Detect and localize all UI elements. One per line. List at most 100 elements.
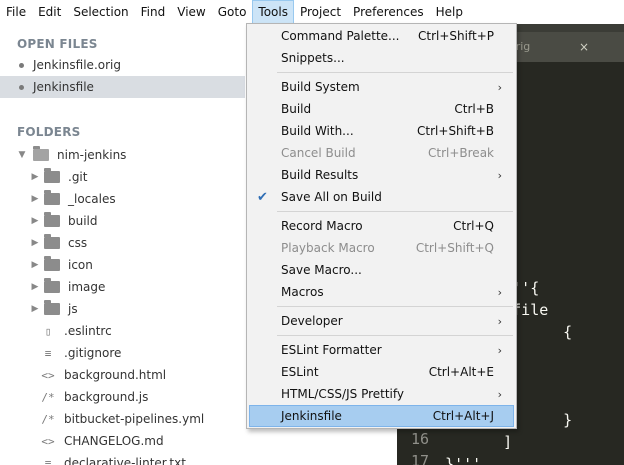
comment-icon: /* bbox=[41, 390, 55, 404]
code-line: }''' bbox=[427, 455, 482, 465]
menu-item-save-macro[interactable]: Save Macro... bbox=[249, 259, 514, 281]
menu-item-html-css-js-prettify[interactable]: HTML/CSS/JS Prettify › bbox=[249, 383, 514, 405]
checkmark-icon: ✔ bbox=[257, 189, 268, 205]
menu-item-eslint-formatter[interactable]: ESLint Formatter › bbox=[249, 339, 514, 361]
menu-separator bbox=[277, 72, 513, 73]
chevron-right-icon[interactable]: ▶ bbox=[30, 260, 40, 270]
menu-item-build-with[interactable]: Build With... Ctrl+Shift+B bbox=[249, 120, 514, 142]
tree-file[interactable]: ▯ .eslintrc bbox=[40, 320, 112, 342]
tree-file[interactable]: <> background.html bbox=[40, 364, 166, 386]
open-file-item[interactable]: Jenkinsfile.orig bbox=[0, 54, 245, 76]
menu-help[interactable]: Help bbox=[430, 0, 469, 24]
open-file-label: Jenkinsfile.orig bbox=[33, 58, 121, 72]
chevron-right-icon[interactable]: ▶ bbox=[30, 194, 40, 204]
file-dot-icon bbox=[19, 84, 24, 90]
lines-icon: ≡ bbox=[44, 456, 52, 465]
menu-item-label: ESLint bbox=[281, 365, 319, 379]
menu-item-build[interactable]: Build Ctrl+B bbox=[249, 98, 514, 120]
menu-item-jenkinsfile[interactable]: Jenkinsfile Ctrl+Alt+J bbox=[249, 405, 514, 427]
menu-item-shortcut: Ctrl+Shift+B bbox=[417, 124, 494, 138]
tree-label: _locales bbox=[68, 192, 116, 206]
menu-preferences[interactable]: Preferences bbox=[347, 0, 430, 24]
chevron-right-icon: › bbox=[497, 314, 502, 328]
menu-separator bbox=[277, 306, 513, 307]
file-dot-icon bbox=[19, 62, 24, 68]
menu-item-label: Command Palette... bbox=[281, 29, 400, 43]
tree-folder-icon[interactable]: ▶ icon bbox=[30, 254, 93, 276]
tree-folder-build[interactable]: ▶ build bbox=[30, 210, 98, 232]
menu-selection[interactable]: Selection bbox=[67, 0, 134, 24]
menu-item-eslint[interactable]: ESLint Ctrl+Alt+E bbox=[249, 361, 514, 383]
tree-label: build bbox=[68, 214, 98, 228]
folder-icon bbox=[44, 300, 60, 315]
code-line: { bbox=[509, 323, 573, 341]
menu-find[interactable]: Find bbox=[135, 0, 172, 24]
open-file-item-selected[interactable]: Jenkinsfile bbox=[0, 76, 245, 98]
menu-item-shortcut: Ctrl+B bbox=[454, 102, 494, 116]
tree-file[interactable]: ≡ .gitignore bbox=[40, 342, 122, 364]
chevron-right-icon: › bbox=[497, 168, 502, 182]
menu-project[interactable]: Project bbox=[294, 0, 347, 24]
menu-item-save-all-on-build[interactable]: ✔ Save All on Build bbox=[249, 186, 514, 208]
open-files-title: OPEN FILES bbox=[17, 37, 98, 51]
tree-label: background.html bbox=[64, 368, 167, 382]
tree-folder-root[interactable]: ▼ nim-jenkins bbox=[17, 144, 126, 166]
tree-file[interactable]: /* bitbucket-pipelines.yml bbox=[40, 408, 204, 430]
tree-file[interactable]: ≡ declarative-linter.txt bbox=[40, 452, 186, 465]
chevron-right-icon[interactable]: ▶ bbox=[30, 304, 40, 314]
menu-file[interactable]: File bbox=[0, 0, 32, 24]
menu-item-label: Record Macro bbox=[281, 219, 363, 233]
chevron-down-icon[interactable]: ▼ bbox=[17, 150, 27, 160]
tree-folder-js[interactable]: ▶ js bbox=[30, 298, 78, 320]
menu-item-label: Developer bbox=[281, 314, 343, 328]
tree-file[interactable]: <> CHANGELOG.md bbox=[40, 430, 163, 452]
menu-view[interactable]: View bbox=[171, 0, 211, 24]
menu-item-playback-macro: Playback Macro Ctrl+Shift+Q bbox=[249, 237, 514, 259]
tree-label: .gitignore bbox=[64, 346, 122, 360]
menu-item-shortcut: Ctrl+Alt+E bbox=[428, 365, 494, 379]
menu-item-build-system[interactable]: Build System › bbox=[249, 76, 514, 98]
close-icon[interactable]: × bbox=[579, 40, 589, 54]
tree-file[interactable]: /* background.js bbox=[40, 386, 148, 408]
folder-icon bbox=[44, 168, 60, 183]
chevron-right-icon[interactable]: ▶ bbox=[30, 238, 40, 248]
menu-edit[interactable]: Edit bbox=[32, 0, 67, 24]
menu-goto[interactable]: Goto bbox=[212, 0, 253, 24]
code-icon: <> bbox=[41, 368, 55, 382]
tree-folder-image[interactable]: ▶ image bbox=[30, 276, 105, 298]
menu-item-label: Build bbox=[281, 102, 312, 116]
tree-folder-git[interactable]: ▶ .git bbox=[30, 166, 87, 188]
menu-separator bbox=[277, 211, 513, 212]
menu-item-label: Save All on Build bbox=[281, 190, 382, 204]
menu-item-label: Cancel Build bbox=[281, 146, 356, 160]
tree-label: js bbox=[68, 302, 78, 316]
tree-folder-locales[interactable]: ▶ _locales bbox=[30, 188, 116, 210]
tree-label: .eslintrc bbox=[64, 324, 112, 338]
menu-item-record-macro[interactable]: Record Macro Ctrl+Q bbox=[249, 215, 514, 237]
menu-tools[interactable]: Tools bbox=[252, 0, 294, 24]
tree-folder-css[interactable]: ▶ css bbox=[30, 232, 87, 254]
code-line: ] bbox=[467, 433, 513, 451]
tree-label: background.js bbox=[64, 390, 149, 404]
file-icon: ▯ bbox=[44, 324, 52, 338]
folder-open-icon bbox=[33, 146, 49, 161]
menu-item-shortcut: Ctrl+Shift+Q bbox=[415, 241, 494, 255]
tree-label: nim-jenkins bbox=[57, 148, 127, 162]
chevron-right-icon: › bbox=[497, 285, 502, 299]
menu-item-command-palette[interactable]: Command Palette... Ctrl+Shift+P bbox=[249, 25, 514, 47]
chevron-right-icon[interactable]: ▶ bbox=[30, 172, 40, 182]
menu-item-shortcut: Ctrl+Break bbox=[428, 146, 494, 160]
menu-item-build-results[interactable]: Build Results › bbox=[249, 164, 514, 186]
menu-item-developer[interactable]: Developer › bbox=[249, 310, 514, 332]
lines-icon: ≡ bbox=[44, 346, 52, 360]
line-number: 17 bbox=[410, 452, 429, 465]
comment-icon: /* bbox=[41, 412, 55, 426]
menu-item-macros[interactable]: Macros › bbox=[249, 281, 514, 303]
menu-item-snippets[interactable]: Snippets... bbox=[249, 47, 514, 69]
menu-item-label: Macros bbox=[281, 285, 324, 299]
tree-label: icon bbox=[68, 258, 93, 272]
menu-item-label: Save Macro... bbox=[281, 263, 362, 277]
chevron-right-icon[interactable]: ▶ bbox=[30, 282, 40, 292]
chevron-right-icon[interactable]: ▶ bbox=[30, 216, 40, 226]
menu-item-cancel-build: Cancel Build Ctrl+Break bbox=[249, 142, 514, 164]
